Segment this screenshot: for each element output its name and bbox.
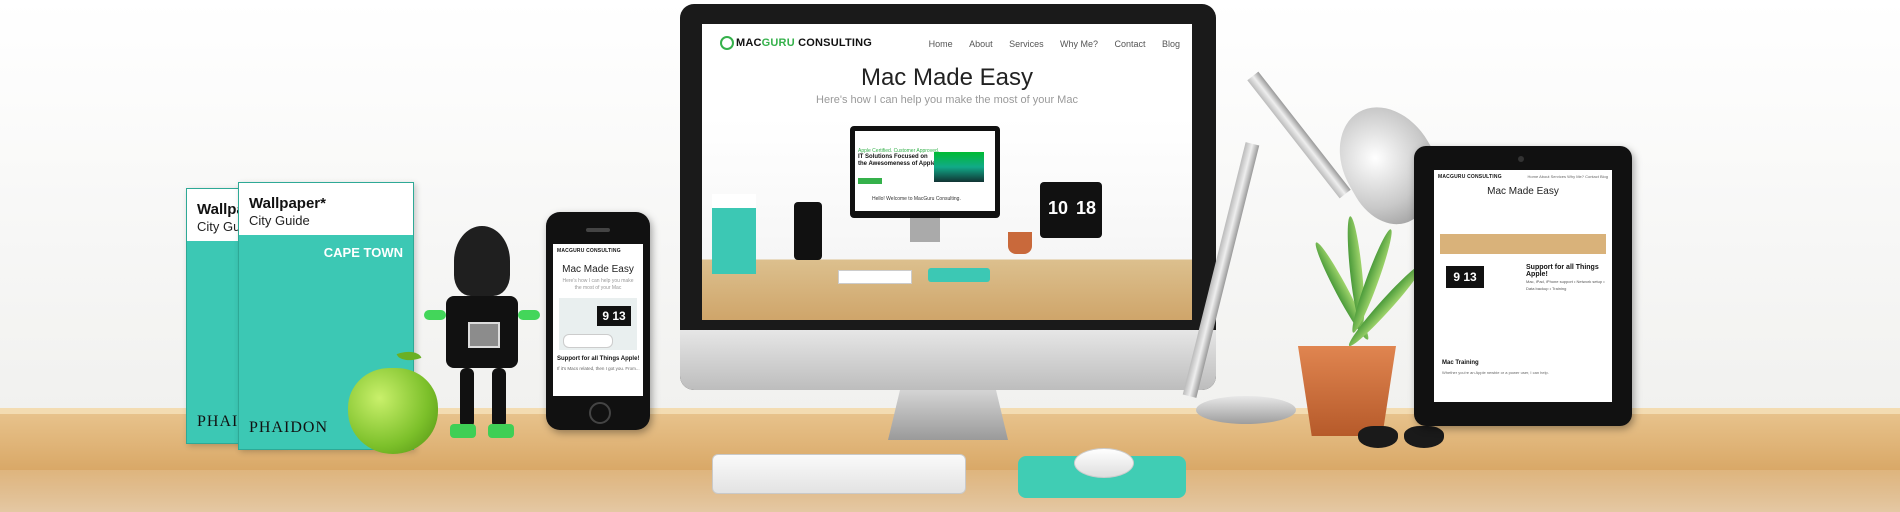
mini-flip-minutes: 18 [1076, 198, 1097, 218]
mini-monitor: Apple Certified. Customer Approved. IT S… [850, 126, 1000, 218]
tablet-training-text: Whether you're an Apple newbie or a powe… [1442, 370, 1549, 375]
mouse [1074, 448, 1134, 478]
phone-home-button[interactable] [589, 402, 611, 424]
robot-leg-left [460, 368, 474, 428]
nav-why-me[interactable]: Why Me? [1060, 39, 1098, 49]
smartphone-device: MACGURU CONSULTING Mac Made Easy Here's … [546, 212, 650, 430]
mini-cta-button [858, 178, 882, 184]
logo-text-consulting: CONSULTING [794, 36, 873, 49]
robot-arm-right [518, 310, 540, 320]
tablet-site-nav[interactable]: Home About Services Why Me? Contact Blog [1528, 174, 1608, 179]
product-showcase-scene: Wallpaper* City Guide PHAIDON Wallpaper*… [0, 0, 1900, 512]
plant-pot [1298, 346, 1396, 436]
site-logo[interactable]: MACGURU CONSULTING [720, 36, 872, 50]
hero-subtitle: Here's how I can help you make the most … [816, 94, 1078, 106]
mini-welcome: Hello! Welcome to MacGuru Consulting. [872, 196, 961, 202]
book-front-subtitle: City Guide [249, 213, 310, 228]
robot-foot-right [488, 424, 514, 438]
tablet-service-list: Mac, iPad, iPhone support • Network setu… [1526, 279, 1605, 291]
mini-laptop-image [934, 152, 984, 182]
imac-screen: MACGURU CONSULTING Home About Services W… [702, 24, 1192, 320]
sunglasses [1354, 424, 1450, 452]
tablet-section-heading: Support for all Things Apple! [1526, 264, 1599, 278]
lamp-base [1196, 396, 1296, 424]
mini-headline: IT Solutions Focused on the Awesomeness … [858, 154, 938, 167]
logo-text-mac: MAC [736, 36, 762, 49]
hero-title: Mac Made Easy [860, 64, 1034, 91]
nav-services[interactable]: Services [1009, 39, 1044, 49]
tablet-site-title: Mac Made Easy [1487, 186, 1559, 197]
mini-keyboard [838, 270, 912, 284]
book-front-city: CAPE TOWN [323, 245, 403, 260]
tablet-flip-clock: 9 13 [1446, 266, 1484, 288]
robot-chest-panel [468, 322, 500, 348]
mini-mousepad [928, 268, 990, 282]
mini-monitor-stand [910, 218, 940, 242]
phone-keyboard-image [563, 334, 613, 348]
tablet-site-logo[interactable]: MACGURU CONSULTING [1438, 174, 1502, 180]
sunglasses-lens-left [1358, 426, 1398, 448]
mini-plant-pot [1008, 232, 1032, 254]
mini-flip-hours: 10 [1048, 198, 1069, 218]
toy-robot [424, 226, 540, 442]
phone-site-title: Mac Made Easy [562, 264, 634, 275]
nav-home[interactable]: Home [929, 39, 953, 49]
sunglasses-lens-right [1404, 426, 1444, 448]
tablet-screen: MACGURU CONSULTING Home About Services W… [1434, 170, 1612, 402]
tablet-camera [1518, 156, 1524, 162]
phone-site-subtitle: Here's how I can help you make the most … [562, 278, 634, 291]
robot-foot-left [450, 424, 476, 438]
robot-arm-left [424, 310, 446, 320]
imac-stand [888, 390, 1008, 440]
imac-chin [680, 330, 1216, 390]
phone-section-text: If it's Macs related, then I got you. Fr… [557, 366, 640, 371]
tablet-hero-image [1440, 204, 1606, 254]
green-apple [348, 368, 438, 454]
robot-head [454, 226, 510, 296]
mini-book-band [712, 194, 756, 208]
phone-speaker [586, 228, 610, 232]
keyboard [712, 454, 966, 494]
nav-blog[interactable]: Blog [1162, 39, 1180, 49]
nav-about[interactable]: About [969, 39, 993, 49]
phone-site-logo[interactable]: MACGURU CONSULTING [557, 248, 621, 254]
tablet-training-heading: Mac Training [1442, 360, 1479, 366]
site-nav: Home About Services Why Me? Contact Blog [917, 34, 1180, 52]
logo-ring-icon [720, 36, 734, 50]
robot-leg-right [492, 368, 506, 428]
nav-contact[interactable]: Contact [1115, 39, 1146, 49]
mini-flip-clock: 10 18 [1040, 182, 1102, 238]
book-front-title: Wallpaper* [249, 195, 326, 212]
logo-text-guru: GURU [761, 36, 795, 49]
phone-section-heading: Support for all Things Apple! [557, 356, 640, 362]
hero-image-desk-scene: Apple Certified. Customer Approved. IT S… [702, 118, 1192, 320]
phone-flip-clock: 9 13 [597, 306, 631, 326]
mini-phone [794, 202, 822, 260]
phone-screen: MACGURU CONSULTING Mac Made Easy Here's … [553, 244, 643, 396]
tablet-device: MACGURU CONSULTING Home About Services W… [1414, 146, 1632, 426]
book-front-publisher: PHAIDON [249, 419, 328, 436]
